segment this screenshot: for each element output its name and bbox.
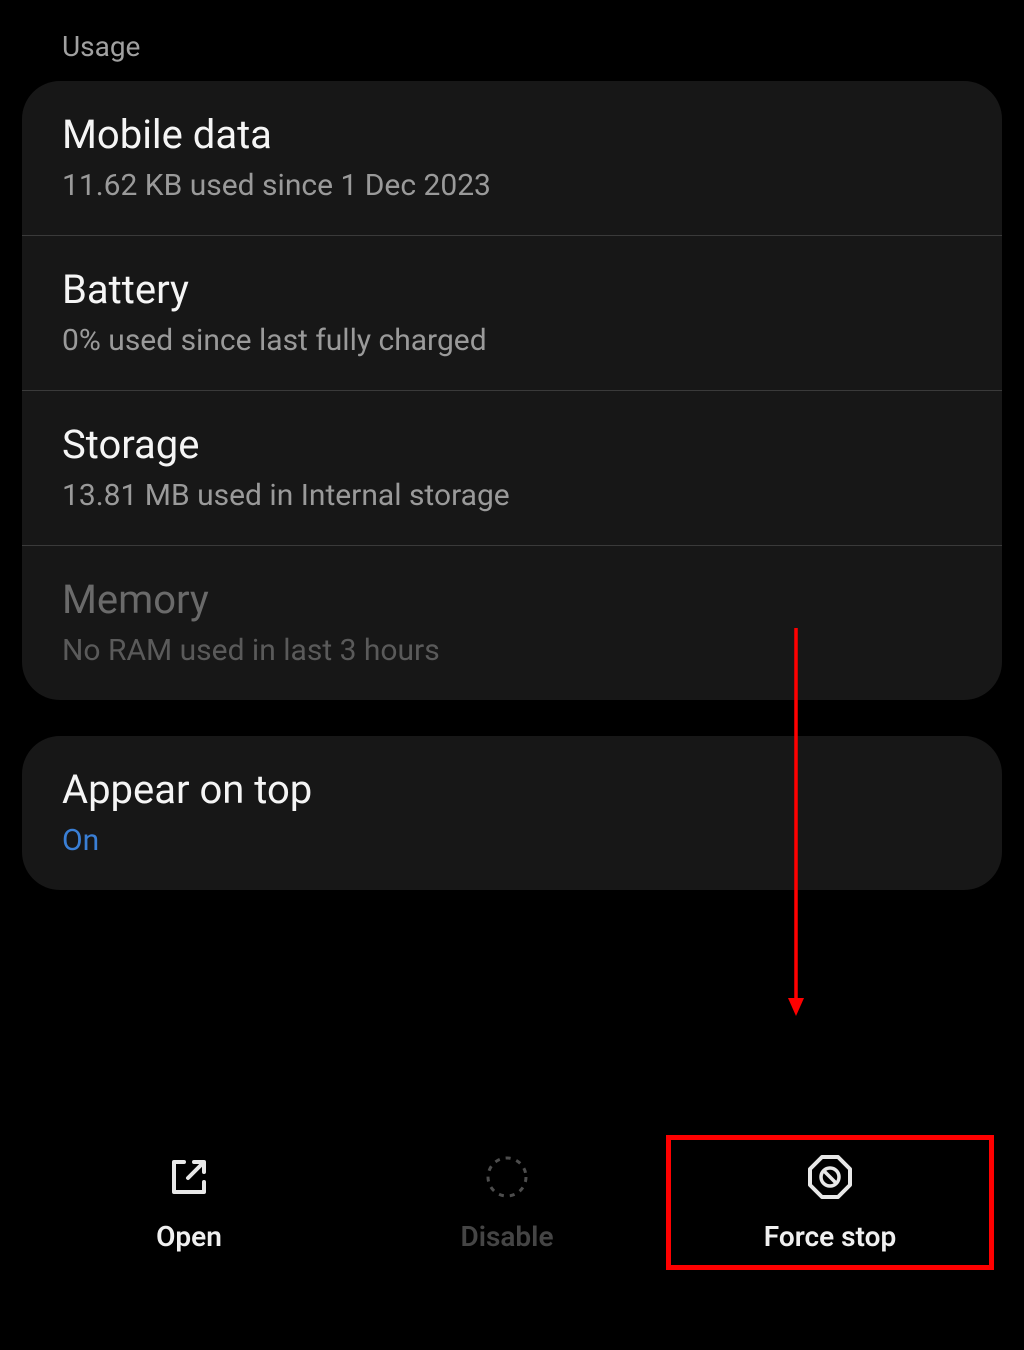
- open-icon: [164, 1152, 214, 1202]
- appear-on-top-title: Appear on top: [62, 766, 962, 813]
- memory-subtitle: No RAM used in last 3 hours: [62, 633, 962, 668]
- battery-title: Battery: [62, 266, 962, 313]
- usage-card: Mobile data 11.62 KB used since 1 Dec 20…: [22, 81, 1002, 700]
- open-label: Open: [156, 1220, 222, 1253]
- mobile-data-item[interactable]: Mobile data 11.62 KB used since 1 Dec 20…: [22, 81, 1002, 236]
- memory-item: Memory No RAM used in last 3 hours: [22, 546, 1002, 700]
- memory-title: Memory: [62, 576, 962, 623]
- permissions-card: Appear on top On: [22, 736, 1002, 890]
- disable-button: Disable: [348, 1135, 666, 1270]
- section-header-usage: Usage: [0, 0, 1024, 81]
- bottom-action-bar: Open Disable Force stop: [0, 1115, 1024, 1290]
- mobile-data-title: Mobile data: [62, 111, 962, 158]
- battery-subtitle: 0% used since last fully charged: [62, 323, 962, 358]
- mobile-data-subtitle: 11.62 KB used since 1 Dec 2023: [62, 168, 962, 203]
- storage-item[interactable]: Storage 13.81 MB used in Internal storag…: [22, 391, 1002, 546]
- battery-item[interactable]: Battery 0% used since last fully charged: [22, 236, 1002, 391]
- appear-on-top-item[interactable]: Appear on top On: [22, 736, 1002, 890]
- disable-icon: [482, 1152, 532, 1202]
- disable-label: Disable: [460, 1220, 553, 1253]
- force-stop-label: Force stop: [764, 1220, 896, 1253]
- open-button[interactable]: Open: [30, 1135, 348, 1270]
- force-stop-button[interactable]: Force stop: [666, 1135, 994, 1270]
- storage-title: Storage: [62, 421, 962, 468]
- force-stop-icon: [805, 1152, 855, 1202]
- appear-on-top-status: On: [62, 823, 962, 858]
- storage-subtitle: 13.81 MB used in Internal storage: [62, 478, 962, 513]
